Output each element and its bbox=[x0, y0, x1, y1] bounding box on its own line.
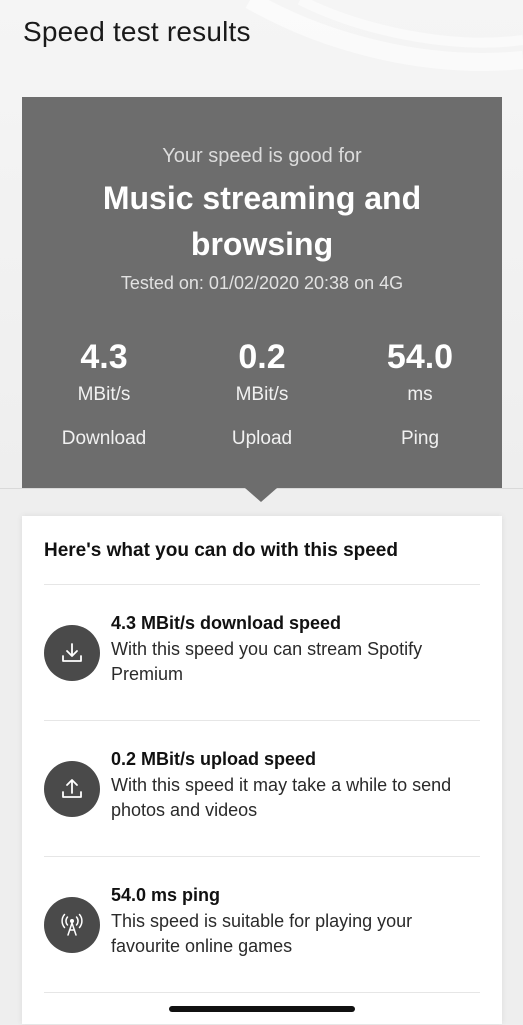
metric-label: Download bbox=[61, 428, 147, 449]
speed-headline: Music streaming and browsing bbox=[102, 180, 422, 262]
metric-unit: MBit/s bbox=[77, 384, 131, 405]
detail-row-ping: 54.0 ms ping This speed is suitable for … bbox=[22, 857, 502, 977]
metric-value: 4.3 bbox=[80, 338, 128, 376]
speed-summary-panel: Your speed is good for Music streaming a… bbox=[22, 97, 502, 488]
row-description: With this speed it may take a while to s… bbox=[111, 775, 452, 820]
metric-label: Ping bbox=[400, 428, 440, 449]
metric-unit: ms bbox=[407, 384, 433, 405]
detail-row-download: 4.3 MBit/s download speed With this spee… bbox=[22, 585, 502, 705]
metric-value: 54.0 bbox=[386, 338, 454, 376]
row-title: 0.2 MBit/s upload speed bbox=[111, 749, 317, 769]
metric-ping: 54.0 ms Ping bbox=[340, 337, 500, 451]
speed-details-card: Here's what you can do with this speed 4… bbox=[22, 516, 502, 1024]
divider bbox=[44, 992, 480, 993]
row-description: With this speed you can stream Spotify P… bbox=[111, 639, 423, 684]
row-description: This speed is suitable for playing your … bbox=[111, 911, 413, 956]
download-icon bbox=[44, 625, 100, 681]
home-indicator[interactable] bbox=[169, 1006, 355, 1012]
metric-label: Upload bbox=[231, 428, 293, 449]
antenna-icon bbox=[44, 897, 100, 953]
metric-value: 0.2 bbox=[238, 338, 286, 376]
panel-pointer bbox=[245, 488, 277, 502]
page-title: Speed test results bbox=[23, 16, 251, 47]
row-title: 54.0 ms ping bbox=[111, 885, 221, 905]
metric-unit: MBit/s bbox=[235, 384, 289, 405]
speed-subtitle: Your speed is good for bbox=[162, 145, 362, 167]
metric-upload: 0.2 MBit/s Upload bbox=[182, 337, 342, 451]
metric-download: 4.3 MBit/s Download bbox=[24, 337, 184, 451]
card-heading: Here's what you can do with this speed bbox=[44, 540, 398, 561]
row-title: 4.3 MBit/s download speed bbox=[111, 613, 342, 633]
upload-icon bbox=[44, 761, 100, 817]
detail-row-upload: 0.2 MBit/s upload speed With this speed … bbox=[22, 721, 502, 841]
tested-on-text: Tested on: 01/02/2020 20:38 on 4G bbox=[120, 273, 404, 293]
